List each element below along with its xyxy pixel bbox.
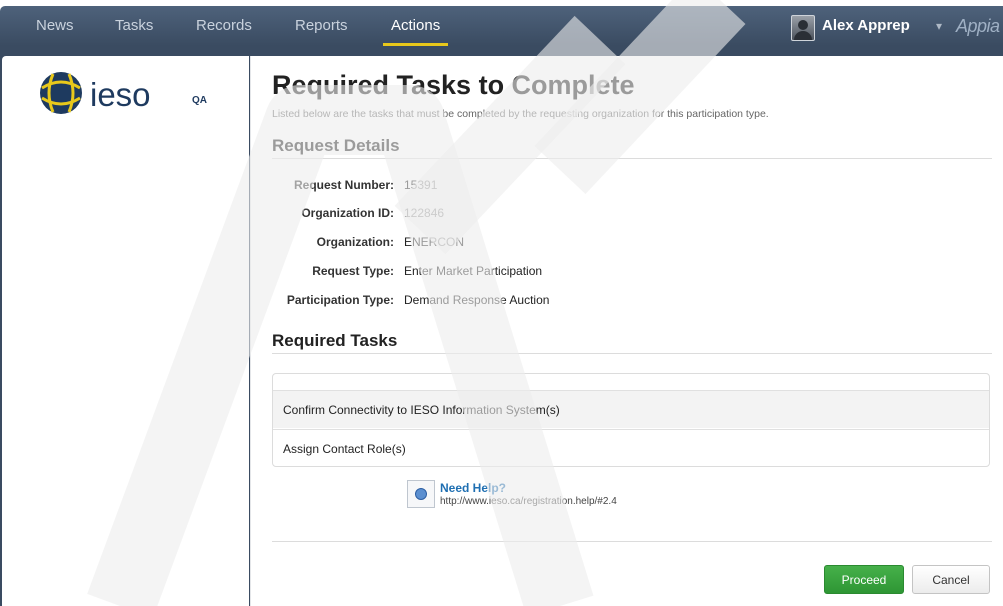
nav-records[interactable]: Records [196, 6, 252, 46]
section-divider [272, 353, 992, 354]
participation-type-value: Demand Response Auction [404, 293, 550, 307]
nav-bar: News Tasks Records Reports Actions Alex … [0, 6, 1003, 46]
task-row-header [273, 374, 989, 390]
logo-text: ieso [90, 76, 151, 113]
proceed-button[interactable]: Proceed [824, 565, 904, 594]
nav-news[interactable]: News [36, 6, 74, 46]
task-row-connectivity[interactable]: Confirm Connectivity to IESO Information… [273, 390, 989, 428]
request-number-value: 15391 [404, 178, 438, 192]
need-help-link[interactable]: Need Help? [440, 481, 506, 495]
request-details-heading: Request Details [272, 136, 400, 155]
avatar-shoulders [794, 31, 812, 40]
organization-id-value: 122846 [404, 206, 445, 220]
section-divider [272, 158, 992, 159]
organization-id-label: Organization ID: [301, 206, 394, 220]
help-url-link[interactable]: http://www.ieso.ca/registration.help/#2.… [440, 496, 617, 507]
task-row-contact-role[interactable]: Assign Contact Role(s) [273, 429, 989, 467]
required-tasks-heading: Required Tasks [272, 331, 398, 350]
user-avatar[interactable] [791, 15, 815, 41]
nav-actions[interactable]: Actions [382, 6, 449, 46]
organization-value: ENERCON [404, 235, 465, 249]
request-type-label: Request Type: [312, 264, 394, 278]
required-tasks-list: Confirm Connectivity to IESO Information… [272, 373, 990, 467]
globe-shape [415, 488, 427, 500]
sidebar [2, 56, 249, 606]
globe-icon[interactable] [407, 480, 435, 508]
footer-divider [272, 541, 992, 542]
user-menu-caret-icon[interactable]: ▾ [936, 6, 942, 46]
organization-label: Organization: [316, 235, 394, 249]
avatar-head [798, 20, 808, 30]
request-type-value: Enter Market Participation [404, 264, 543, 278]
page-title: Required Tasks to Complete [272, 70, 635, 100]
participation-type-label: Participation Type: [286, 293, 394, 307]
request-number-label: Request Number: [293, 178, 394, 192]
brand-logo: Appia [956, 16, 1000, 36]
nav-tasks[interactable]: Tasks [115, 6, 153, 46]
user-menu-name[interactable]: Alex Apprep [822, 6, 910, 46]
page-subtitle: Listed below are the tasks that must be … [272, 108, 769, 120]
cancel-button[interactable]: Cancel [912, 565, 990, 594]
environment-badge: QA [192, 95, 207, 106]
ieso-logo-icon [37, 70, 85, 121]
nav-reports[interactable]: Reports [295, 6, 348, 46]
